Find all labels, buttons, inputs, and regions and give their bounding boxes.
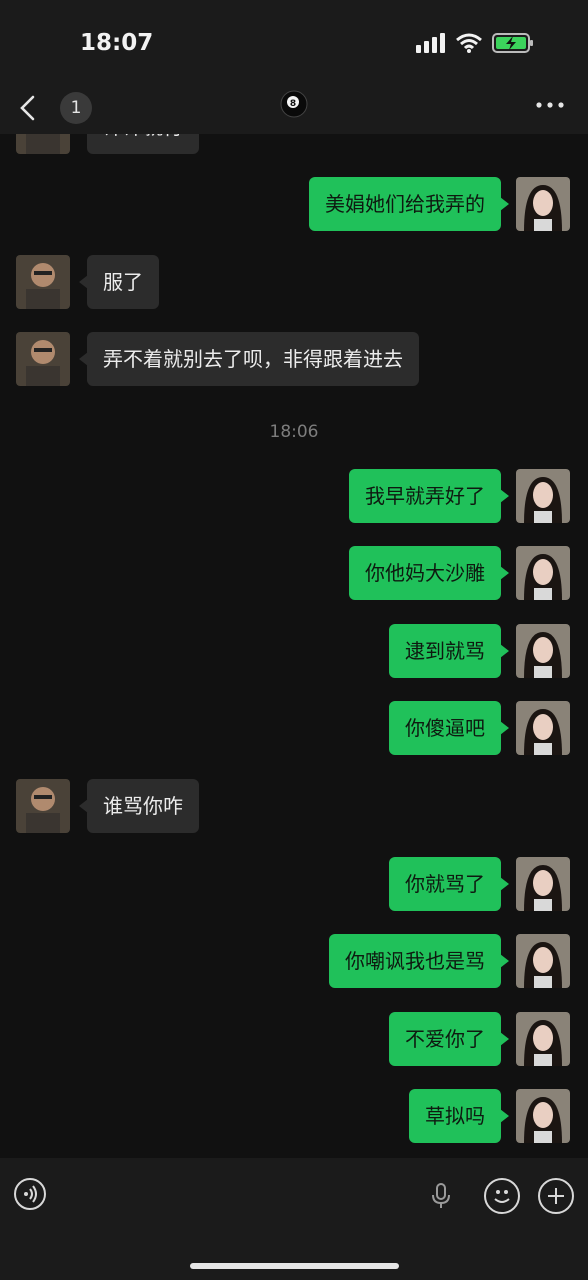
contact-avatar[interactable] — [16, 779, 70, 833]
chevron-left-icon — [20, 95, 35, 121]
my-avatar[interactable] — [516, 701, 570, 755]
message-bubble[interactable]: 逮到就骂 — [389, 624, 509, 678]
message-bubble[interactable]: 评评就行 — [87, 134, 199, 154]
my-avatar[interactable] — [516, 177, 570, 231]
signal-icon — [416, 33, 445, 53]
my-avatar[interactable] — [516, 1089, 570, 1143]
emoji-icon — [494, 1190, 510, 1203]
message-bubble[interactable]: 我早就弄好了 — [349, 469, 509, 523]
contact-avatar[interactable] — [16, 332, 70, 386]
unread-count-badge: 1 — [60, 92, 92, 124]
mic-icon[interactable] — [430, 1182, 452, 1210]
chat-header: 1 8 — [0, 88, 588, 134]
my-avatar[interactable] — [516, 934, 570, 988]
my-avatar[interactable] — [516, 857, 570, 911]
status-time: 18:07 — [80, 30, 154, 56]
message-bubble[interactable]: 你就骂了 — [389, 857, 509, 911]
wifi-icon — [456, 33, 482, 53]
input-bar — [0, 1158, 588, 1280]
message-bubble[interactable]: 谁骂你咋 — [79, 779, 199, 833]
plus-icon — [548, 1188, 564, 1204]
voice-input-button[interactable] — [14, 1178, 46, 1210]
contact-avatar[interactable] — [16, 255, 70, 309]
message-bubble[interactable]: 不爱你了 — [389, 1012, 509, 1066]
my-avatar[interactable] — [516, 469, 570, 523]
contact-avatar[interactable] — [16, 134, 70, 154]
message-bubble[interactable]: 你他妈大沙雕 — [349, 546, 509, 600]
message-bubble[interactable]: 草拟吗 — [409, 1089, 509, 1143]
svg-text:8: 8 — [290, 99, 296, 109]
back-button[interactable]: 1 — [18, 90, 98, 126]
status-bar: 18:07 — [0, 0, 588, 88]
message-list[interactable]: 评评就行 美娟她们给我弄的 服了 弄不着就别去了呗，非得跟着进去 18:06 我… — [0, 134, 588, 1158]
message-bubble[interactable]: 服了 — [79, 255, 159, 309]
my-avatar[interactable] — [516, 546, 570, 600]
more-functions-button[interactable] — [538, 1178, 574, 1214]
more-dots-icon[interactable] — [534, 96, 566, 114]
voice-icon — [24, 1185, 37, 1203]
my-avatar[interactable] — [516, 1012, 570, 1066]
message-bubble[interactable]: 你傻逼吧 — [389, 701, 509, 755]
emoji-button[interactable] — [484, 1178, 520, 1214]
battery-charging-icon — [492, 33, 533, 53]
home-indicator — [190, 1263, 399, 1269]
time-separator: 18:06 — [269, 422, 319, 442]
message-bubble[interactable]: 美娟她们给我弄的 — [309, 177, 509, 231]
billiard-8-ball-icon: 8 — [280, 90, 308, 118]
my-avatar[interactable] — [516, 624, 570, 678]
message-bubble[interactable]: 弄不着就别去了呗，非得跟着进去 — [79, 332, 419, 386]
message-bubble[interactable]: 你嘲讽我也是骂 — [329, 934, 509, 988]
message-input[interactable] — [60, 1164, 474, 1230]
